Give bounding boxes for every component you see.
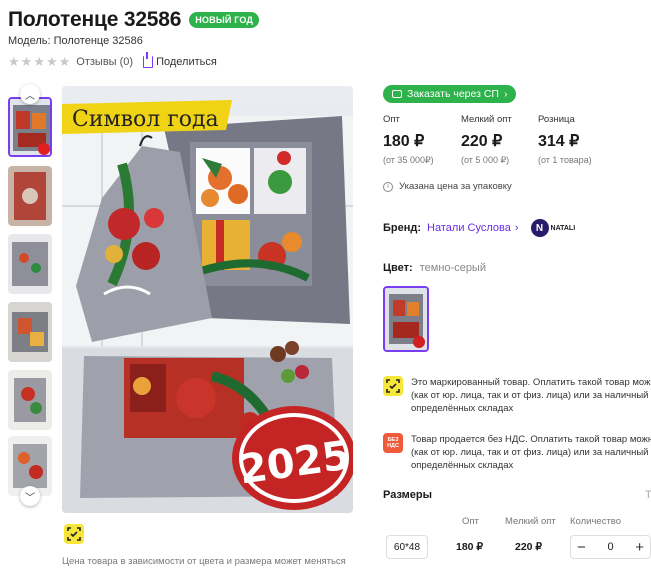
chevron-up-icon: ︿ [25, 90, 35, 102]
quantity-value[interactable]: 0 [607, 541, 613, 553]
share-label: Поделиться [156, 55, 217, 68]
price-condition: (от 5 000 ₽) [461, 155, 510, 165]
info-icon: i [383, 181, 393, 192]
info-line: определённых складах [411, 460, 514, 471]
brand-logo[interactable]: N NATALI [530, 219, 576, 237]
thumbnail-1[interactable] [8, 97, 52, 157]
order-via-sp-button[interactable]: Заказать через СП › [383, 85, 517, 103]
brand-logo-text: NATALI [550, 224, 576, 232]
rating-row: ★ ★ ★ ★ ★ Отзывы (0) Поделиться [8, 51, 217, 68]
color-value: темно-серый [419, 262, 486, 274]
price-value: 180 ₽ [383, 133, 425, 150]
info-line: Товар продается без НДС. Оплатить такой … [411, 434, 651, 445]
title-row: Полотенце 32586 НОВЫЙ ГОД [8, 8, 260, 32]
sizes-header-qty: Количество [570, 516, 622, 527]
chevron-right-icon: › [503, 88, 508, 100]
color-label: Цвет: [383, 262, 413, 274]
no-vat-text: Товар продается без НДС. Оплатить такой … [411, 433, 651, 472]
star-icon: ★ [58, 54, 71, 69]
price-value: 220 ₽ [461, 133, 503, 150]
price-label: Опт [383, 114, 400, 125]
price-note: i Указана цена за упаковку [383, 181, 512, 192]
brand-row: Бренд: Натали Суслова › N NATALI [383, 219, 575, 237]
price-label: Мелкий опт [461, 114, 512, 125]
price-wholesale: Опт 180 ₽ (от 35 000₽) [383, 114, 434, 166]
quantity-stepper: − 0 + [570, 535, 651, 559]
thumbnail-strip: ︿ ﹀ [8, 84, 52, 514]
new-year-badge[interactable]: НОВЫЙ ГОД [189, 12, 260, 28]
star-icon: ★ [33, 54, 45, 69]
honest-sign-icon [64, 524, 84, 544]
thumbnail-3[interactable] [8, 234, 52, 294]
decrease-quantity-button[interactable]: − [577, 539, 586, 556]
share-icon [143, 51, 154, 68]
sizes-header-opt: Опт [462, 516, 479, 527]
size-price-small-opt: 220 ₽ [515, 541, 543, 553]
thumbnail-5[interactable] [8, 370, 52, 430]
marked-product-text: Это маркированный товар. Оплатить такой … [411, 376, 651, 415]
no-vat-badge-line: НДС [387, 443, 399, 449]
price-value: 314 ₽ [538, 133, 580, 150]
size-table-link[interactable]: Т [645, 489, 651, 501]
marked-product-info: Это маркированный товар. Оплатить такой … [383, 376, 651, 415]
brand-link[interactable]: Натали Суслова [427, 222, 511, 234]
share-button[interactable]: Поделиться [143, 51, 217, 68]
product-title: Полотенце 32586 [8, 8, 182, 31]
cart-icon [392, 90, 402, 98]
price-small-wholesale: Мелкий опт 220 ₽ (от 5 000 ₽) [461, 114, 512, 166]
chevron-down-icon: ﹀ [25, 492, 35, 504]
honest-sign-icon [383, 376, 403, 396]
chevron-right-icon: › [514, 222, 519, 234]
product-model: Модель: Полотенце 32586 [8, 35, 143, 47]
star-icon: ★ [8, 54, 20, 69]
info-line: (как от юр. лица, так и от физ. лица) ил… [411, 390, 651, 401]
thumbnail-2[interactable] [8, 166, 52, 226]
no-vat-info: БЕЗ НДС Товар продается без НДС. Оплатит… [383, 433, 651, 472]
info-line: (как от юр. лица, так и от физ. лица) ил… [411, 447, 651, 458]
thumbnail-4[interactable] [8, 302, 52, 362]
info-line: Это маркированный товар. Оплатить такой … [411, 377, 651, 388]
price-condition: (от 35 000₽) [383, 155, 434, 165]
price-condition: (от 1 товара) [538, 155, 592, 165]
star-icon: ★ [20, 54, 33, 69]
size-price-opt: 180 ₽ [456, 541, 484, 553]
thumbnail-scroll-down-button[interactable]: ﹀ [20, 486, 40, 506]
color-row: Цвет: темно-серый [383, 262, 486, 274]
price-retail: Розница 314 ₽ (от 1 товара) [538, 114, 592, 165]
rating-stars: ★ ★ ★ ★ ★ [8, 55, 70, 68]
info-line: определённых складах [411, 403, 514, 414]
order-via-sp-label: Заказать через СП [407, 88, 499, 100]
sizes-title: Размеры [383, 489, 433, 501]
brand-label: Бренд: [383, 222, 422, 234]
thumbnail-scroll-up-button[interactable]: ︿ [20, 84, 40, 104]
increase-quantity-button[interactable]: + [635, 539, 644, 556]
price-note-text: Указана цена за упаковку [399, 181, 512, 192]
no-vat-icon: БЕЗ НДС [383, 433, 403, 453]
size-option[interactable]: 60*48 [386, 535, 428, 559]
color-swatch-dark-grey[interactable] [383, 286, 429, 352]
brand-logo-mark: N [530, 219, 549, 237]
price-disclaimer: Цена товара в зависимости от цвета и раз… [62, 556, 346, 567]
main-product-image[interactable]: Символ года 2025 [62, 86, 353, 513]
sizes-header-small-opt: Мелкий опт [505, 516, 556, 527]
banner-text: Символ года [72, 107, 219, 132]
star-icon: ★ [45, 54, 58, 69]
reviews-link[interactable]: Отзывы (0) [76, 56, 133, 68]
price-label: Розница [538, 114, 575, 125]
